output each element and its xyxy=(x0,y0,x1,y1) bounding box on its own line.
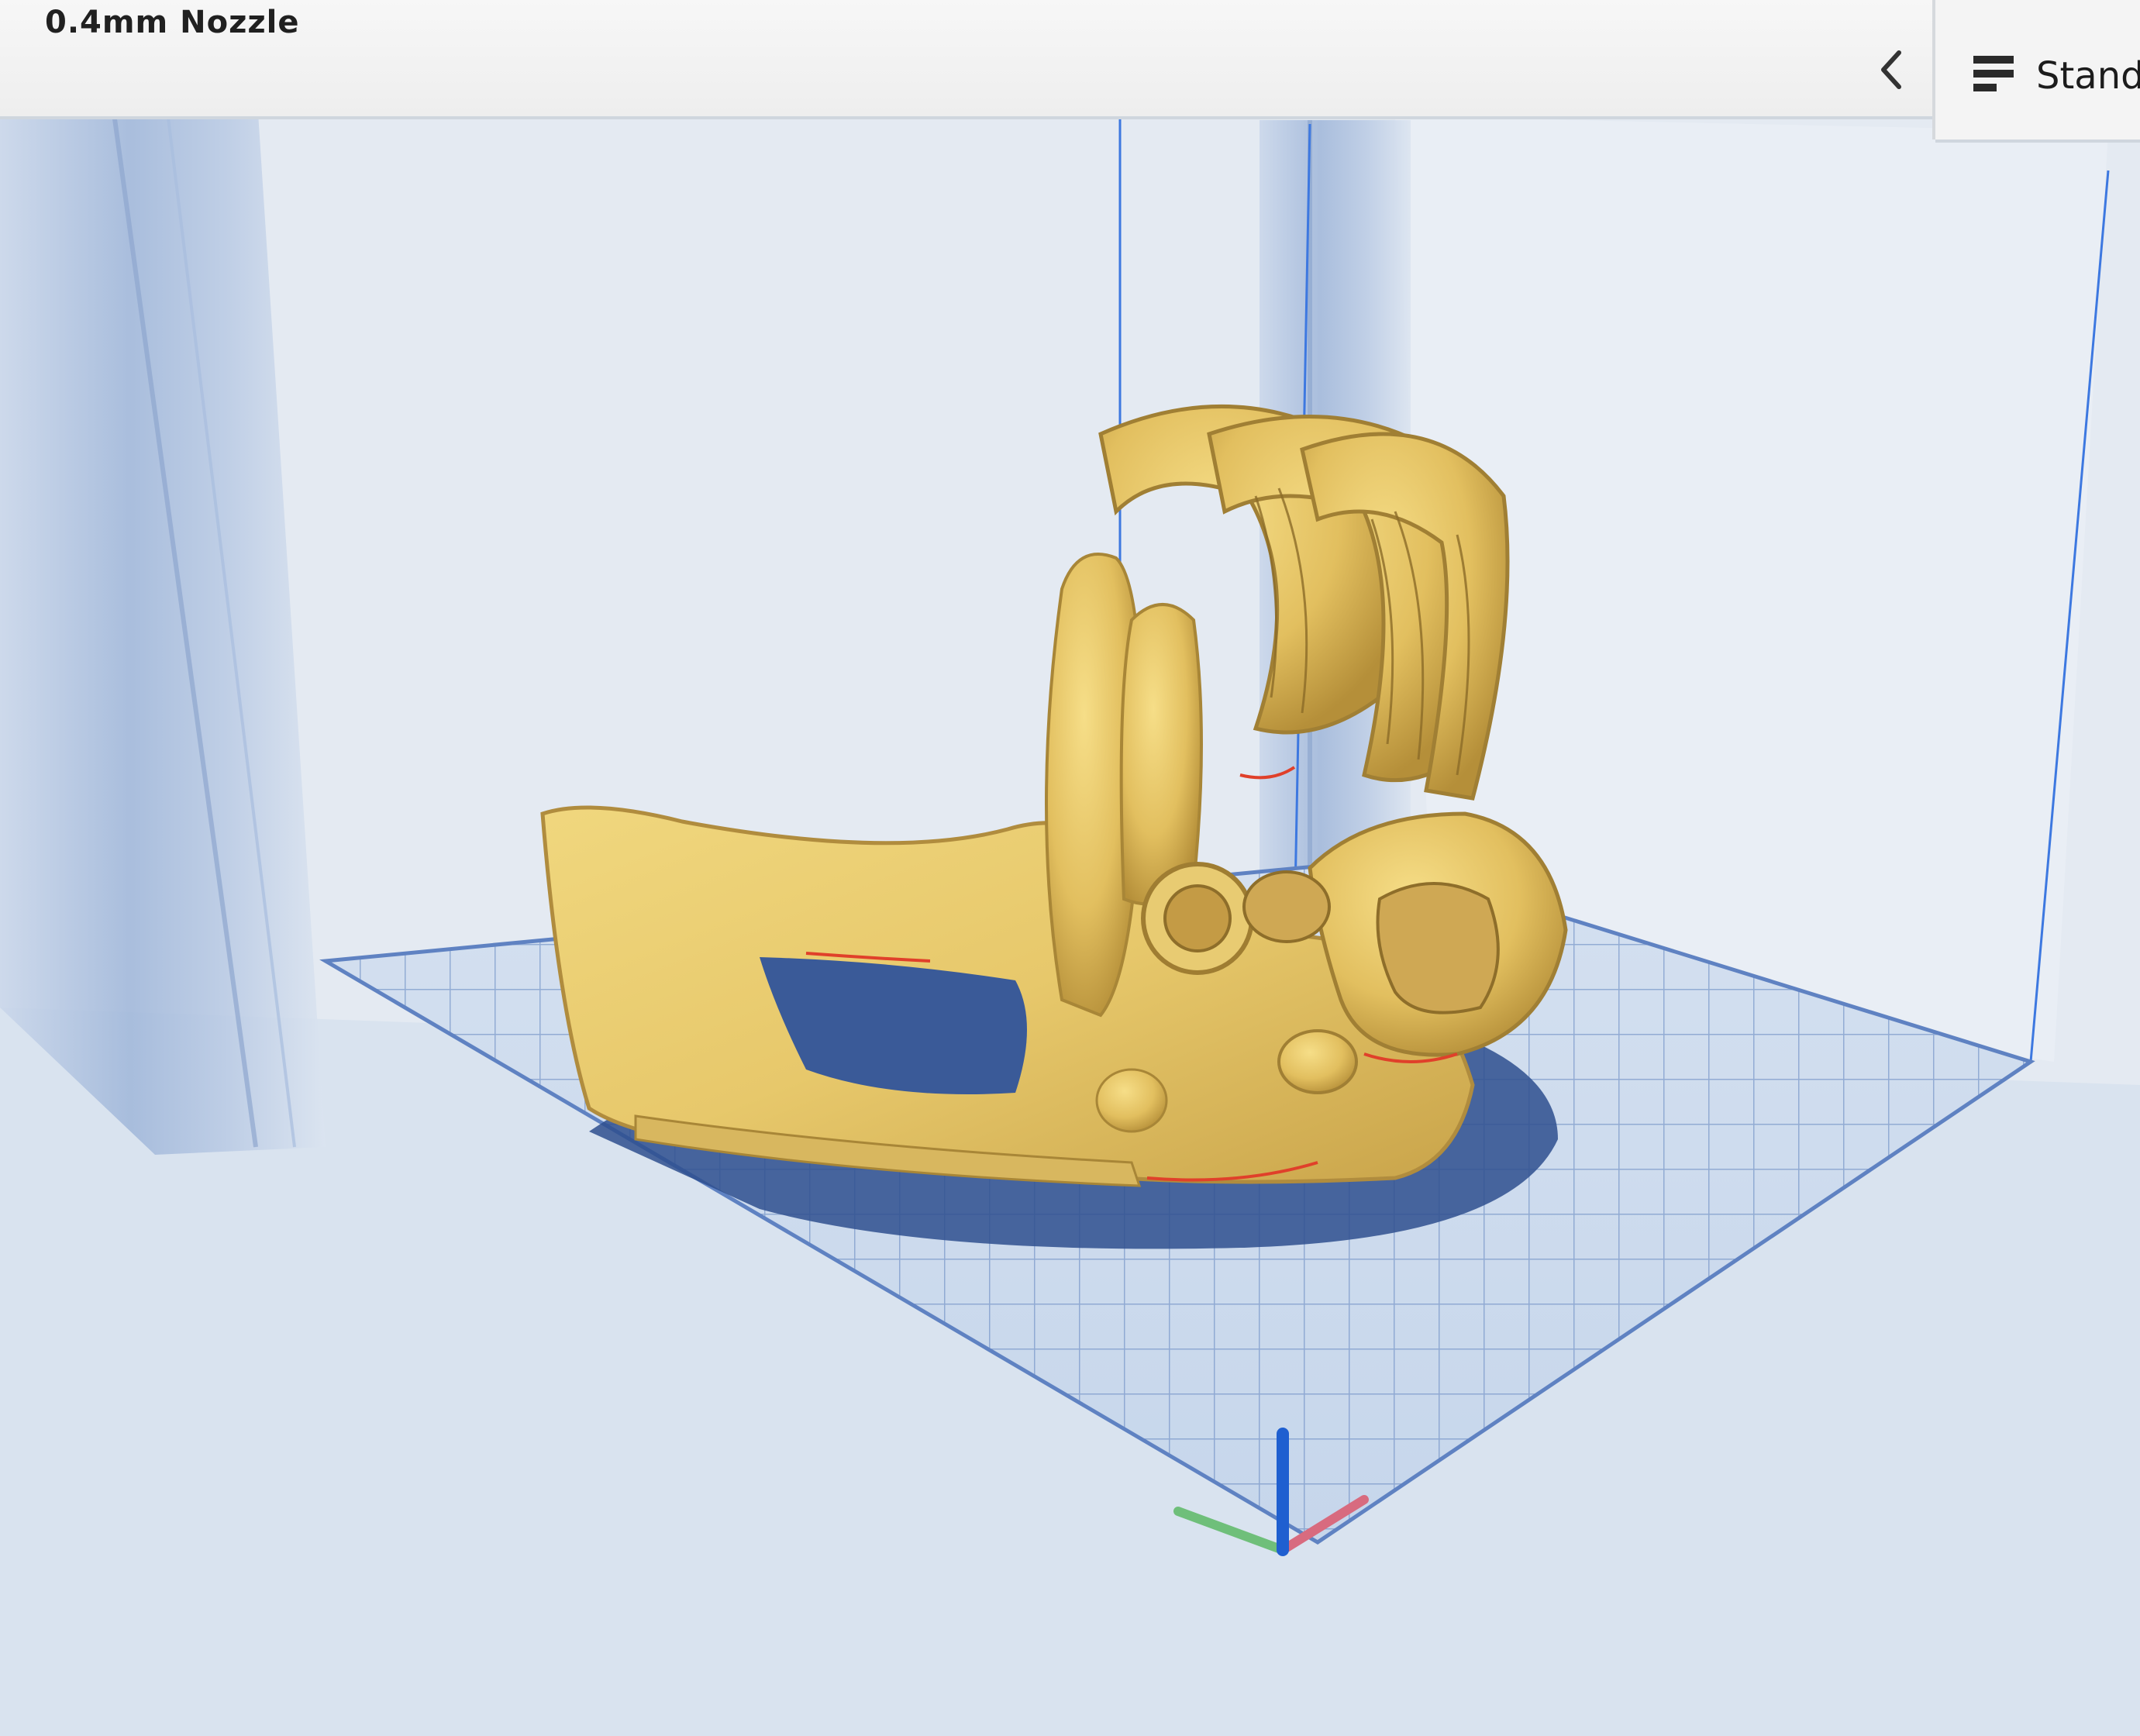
cura-3d-viewport-screen: 0.4mm Nozzle Stand xyxy=(0,0,2140,1736)
top-bar: 0.4mm Nozzle xyxy=(0,0,2140,119)
print-settings-icon xyxy=(1973,56,2014,91)
collapse-button[interactable] xyxy=(1852,31,1930,108)
3d-viewport[interactable] xyxy=(0,0,2140,1736)
nozzle-label[interactable]: 0.4mm Nozzle xyxy=(45,5,300,40)
chevron-left-icon xyxy=(1881,50,1901,89)
print-profile-label: Stand xyxy=(2036,54,2140,98)
print-settings-panel[interactable]: Stand xyxy=(1935,0,2140,143)
